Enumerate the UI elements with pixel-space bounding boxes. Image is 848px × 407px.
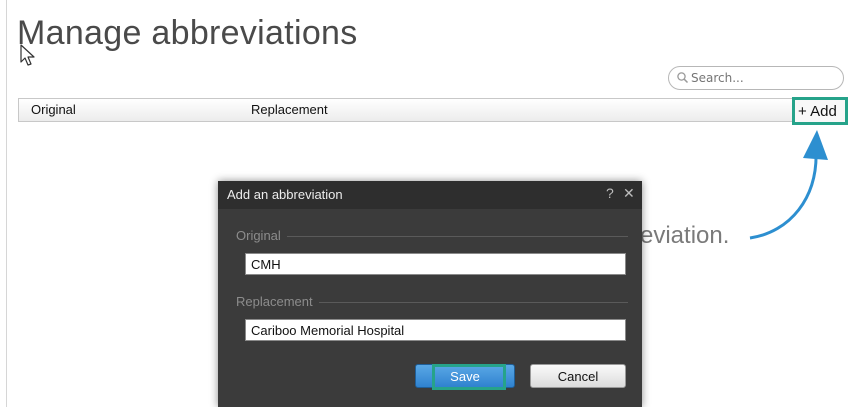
save-highlight: [432, 364, 506, 390]
help-icon[interactable]: ?: [606, 185, 614, 201]
close-icon[interactable]: ✕: [623, 185, 635, 202]
callout-arrow-icon: [749, 130, 828, 240]
replacement-field[interactable]: Cariboo Memorial Hospital: [245, 319, 626, 341]
original-field[interactable]: CMH: [245, 253, 626, 275]
search-icon: [677, 72, 689, 84]
cancel-button[interactable]: Cancel: [530, 364, 626, 388]
search-input[interactable]: [691, 70, 831, 86]
divider: [236, 236, 628, 237]
empty-list-hint: eviation.: [640, 222, 730, 249]
dialog-title: Add an abbreviation: [227, 187, 343, 202]
column-original[interactable]: Original: [31, 102, 76, 117]
mouse-cursor-icon: [20, 44, 35, 66]
replacement-label: Replacement: [236, 294, 319, 309]
original-label: Original: [236, 228, 287, 243]
cancel-button-label: Cancel: [557, 369, 599, 384]
column-replacement[interactable]: Replacement: [251, 102, 328, 117]
page-title: Manage abbreviations: [17, 14, 358, 52]
add-abbreviation-dialog: Add an abbreviation ? ✕ Original CMH Rep…: [218, 181, 642, 407]
search-box[interactable]: [668, 66, 844, 90]
dialog-titlebar: Add an abbreviation ? ✕: [218, 181, 642, 209]
table-header: Original Replacement: [18, 98, 848, 122]
